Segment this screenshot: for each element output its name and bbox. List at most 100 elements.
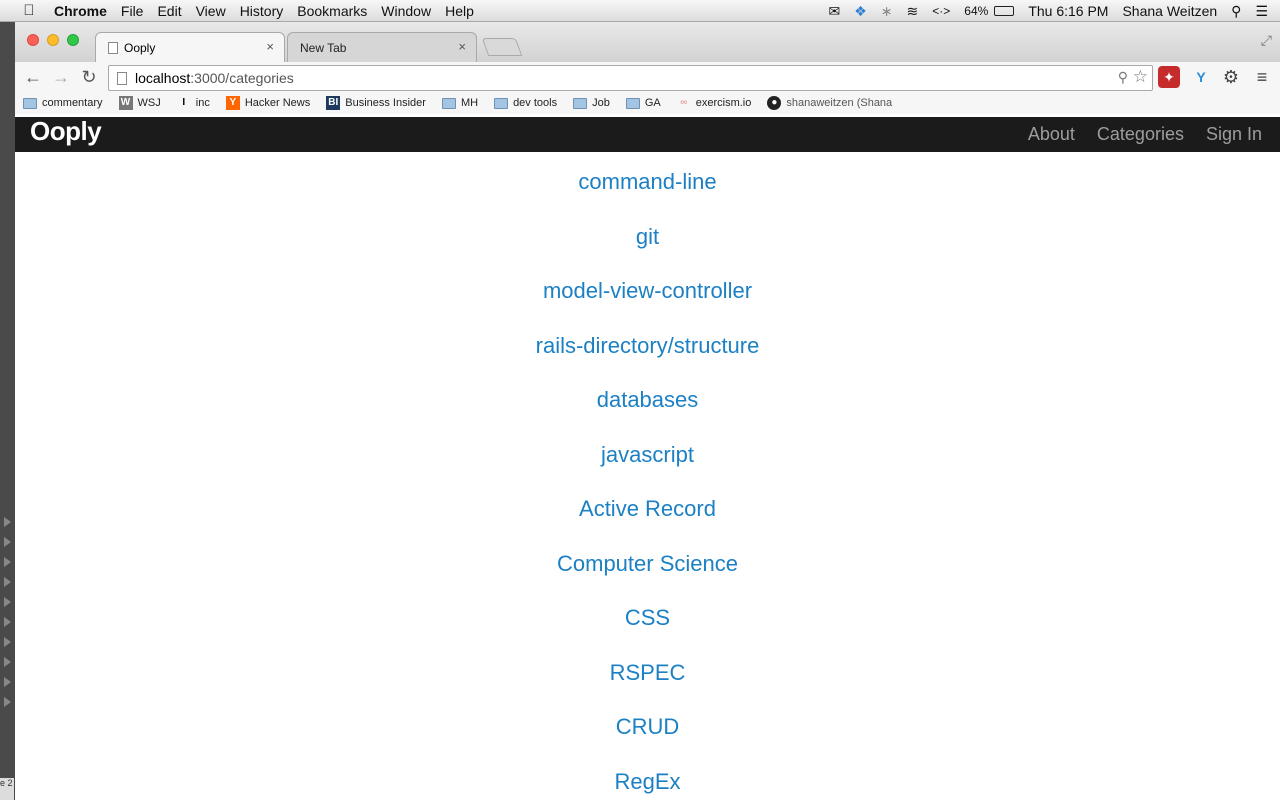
browser-window: Ooply × New Tab × ⤢ ← → ↻ localhost :300… [15,22,1280,800]
category-link[interactable]: RSPEC [15,643,1280,698]
background-window-edge: e 2 [0,22,15,800]
menu-file[interactable]: File [121,3,144,19]
background-window-text: e 2 [0,778,14,800]
category-link[interactable]: Active Record [15,479,1280,534]
bookmark-mh[interactable]: MH [441,97,479,109]
nav-categories[interactable]: Categories [1097,124,1184,145]
spotlight-icon[interactable]: ⚲ [1231,3,1241,20]
tab-new-tab[interactable]: New Tab × [287,32,477,62]
dropbox-icon[interactable]: ❖ [854,3,867,20]
minimize-window-button[interactable] [47,34,59,46]
nav-sign-in[interactable]: Sign In [1206,124,1262,145]
close-window-button[interactable] [27,34,39,46]
battery-percent[interactable]: 64% [964,4,988,18]
bookmark-github[interactable]: ● shanaweitzen (Shana [767,96,892,110]
category-link[interactable]: RegEx [15,752,1280,800]
menu-icon[interactable]: ≡ [1251,66,1273,88]
menu-view[interactable]: View [196,3,226,19]
wsj-icon: W [118,96,133,110]
category-link[interactable]: command-line [15,152,1280,207]
zoom-window-button[interactable] [67,34,79,46]
fullscreen-icon[interactable]: ⤢ [1261,32,1272,49]
tab-strip: Ooply × New Tab × ⤢ [15,22,1280,62]
wifi-icon[interactable]: ≋ [907,3,919,20]
disclosure-triangle-icon [4,677,11,687]
bi-icon: BI [326,96,341,110]
bookmark-label: inc [195,97,210,109]
status-area: ✉ ❖ ∗ ≋ <·> 64% Thu 6:16 PM Shana Weitze… [829,0,1280,22]
apple-icon[interactable]:  [18,2,40,19]
close-tab-icon[interactable]: × [266,39,274,54]
category-link[interactable]: rails-directory/structure [15,316,1280,371]
category-link[interactable]: Computer Science [15,534,1280,589]
close-tab-icon[interactable]: × [458,39,466,54]
menu-help[interactable]: Help [445,3,474,19]
bookmark-hacker-news[interactable]: Y Hacker News [225,96,311,110]
category-link[interactable]: CRUD [15,697,1280,752]
page-icon [108,41,118,54]
category-link[interactable]: javascript [15,425,1280,480]
disclosure-triangle-icon [4,557,11,567]
menu-window[interactable]: Window [381,3,431,19]
address-bar[interactable]: localhost :3000/categories ⚲ ☆ [108,65,1153,91]
url-path: :3000/categories [190,70,294,86]
arrows-icon[interactable]: <·> [932,4,950,18]
gear-icon[interactable]: ⚙ [1220,66,1242,88]
bookmark-dev-tools[interactable]: dev tools [494,97,557,109]
disclosure-triangle-icon [4,537,11,547]
disclosure-triangle-icon [4,597,11,607]
brand-logo[interactable]: Ooply [30,117,102,145]
disclosure-triangle-icon [4,697,11,707]
bookmark-inc[interactable]: Iinc [177,96,210,110]
clock[interactable]: Thu 6:16 PM [1028,3,1108,19]
bookmark-ga[interactable]: GA [625,97,661,109]
bookmark-star-icon[interactable]: ☆ [1133,67,1148,87]
bookmark-label: Job [592,97,610,109]
evernote-icon[interactable]: ✉ [829,3,841,20]
category-link[interactable]: git [15,207,1280,262]
bookmark-wsj[interactable]: W WSJ [118,96,161,110]
folder-icon [573,97,588,109]
menu-chrome[interactable]: Chrome [54,3,107,19]
github-icon: ● [767,96,782,110]
bookmark-label: WSJ [137,97,161,109]
bookmark-business-insider[interactable]: BI Business Insider [326,96,426,110]
bookmark-label: MH [460,97,479,109]
category-link[interactable]: databases [15,370,1280,425]
reload-button[interactable]: ↻ [77,65,101,89]
page-viewport: Ooply About Categories Sign In command-l… [15,117,1280,800]
forward-button[interactable]: → [49,65,73,89]
menu-bookmarks[interactable]: Bookmarks [297,3,367,19]
nav-about[interactable]: About [1028,124,1075,145]
bookmark-label: GA [644,97,661,109]
bookmark-label: dev tools [513,97,558,109]
folder-icon [23,97,37,109]
category-list: command-line git model-view-controller r… [15,152,1280,800]
notification-center-icon[interactable]: ☰ [1255,3,1268,20]
category-link[interactable]: model-view-controller [15,261,1280,316]
tab-ooply[interactable]: Ooply × [95,32,285,62]
extension-new-icon[interactable]: ✦ [1158,66,1180,88]
folder-icon [494,97,509,109]
bookmark-commentary[interactable]: commentary [23,97,103,109]
extension-y-icon[interactable]: Y [1190,66,1212,88]
bookmark-label: Business Insider [345,97,426,109]
bookmark-label: Hacker News [244,97,311,109]
battery-icon[interactable] [994,6,1015,16]
search-icon[interactable]: ⚲ [1118,69,1128,86]
disclosure-triangle-icon [4,517,11,527]
bookmarks-bar: commentary W WSJ Iinc Y Hacker News BI Busi… [15,92,1280,114]
new-tab-button[interactable] [481,38,523,56]
bookmark-exercism[interactable]: ∞ exercism.io [677,96,752,110]
bookmark-job[interactable]: Job [573,97,610,109]
bookmark-label: exercism.io [695,97,752,109]
user-name[interactable]: Shana Weitzen [1122,3,1217,19]
exercism-icon: ∞ [680,97,688,108]
bluetooth-icon[interactable]: ∗ [881,3,893,20]
disclosure-triangle-icon [4,617,11,627]
bookmark-label: commentary [42,97,103,109]
back-button[interactable]: ← [21,65,45,89]
category-link[interactable]: CSS [15,588,1280,643]
menu-history[interactable]: History [240,3,284,19]
menu-edit[interactable]: Edit [157,3,181,19]
